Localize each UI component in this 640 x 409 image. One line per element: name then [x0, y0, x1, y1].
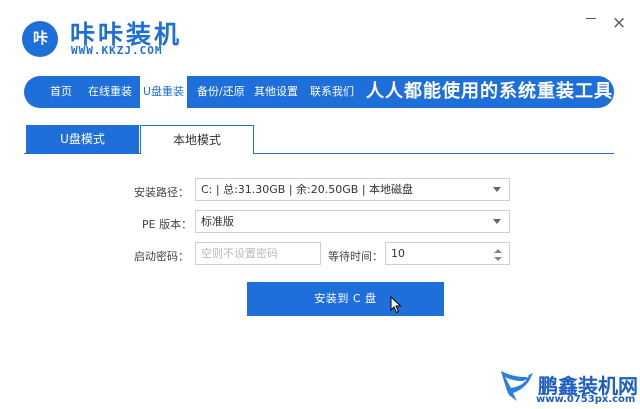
install-path-select[interactable]: C: | 总:31.30GB | 余:20.50GB | 本地磁盘 — [195, 178, 510, 201]
chevron-up-icon[interactable] — [494, 249, 502, 253]
nav-item-usb-reinstall[interactable]: U盘重装 — [140, 76, 188, 108]
boot-password-placeholder: 空则不设置密码 — [201, 247, 278, 260]
app-url: WWW.KKZJ.COM — [71, 44, 163, 57]
main-nav: 首页 在线重装 U盘重装 备份/还原 其他设置 联系我们 人人都能使用的系统重装… — [24, 76, 614, 108]
nav-item-other-settings[interactable]: 其他设置 — [254, 76, 298, 108]
watermark-url: www.0753px.com — [536, 394, 636, 405]
pe-version-select[interactable]: 标准版 — [195, 210, 510, 233]
nav-item-backup-restore[interactable]: 备份/还原 — [197, 76, 245, 108]
mouse-cursor-icon — [390, 296, 402, 314]
wait-time-label: 等待时间： — [328, 250, 383, 263]
boot-password-label: 启动密码： — [134, 250, 189, 263]
nav-item-online-reinstall[interactable]: 在线重装 — [88, 76, 132, 108]
minimize-icon[interactable] — [586, 18, 596, 19]
install-path-value: C: | 总:31.30GB | 余:20.50GB | 本地磁盘 — [201, 183, 414, 196]
nav-item-contact-us[interactable]: 联系我们 — [310, 76, 354, 108]
tab-usb-mode[interactable]: U盘模式 — [26, 125, 139, 154]
chevron-down-icon[interactable] — [494, 257, 502, 261]
wait-time-value: 10 — [391, 247, 405, 260]
pe-version-value: 标准版 — [201, 215, 234, 228]
wait-time-stepper[interactable]: 10 — [385, 242, 510, 265]
pe-version-label: PE 版本： — [142, 218, 193, 231]
nav-slogan: 人人都能使用的系统重装工具 — [366, 81, 613, 102]
install-to-c-button[interactable]: 安装到 C 盘 — [247, 282, 444, 316]
tab-local-mode[interactable]: 本地模式 — [140, 125, 254, 154]
boot-password-input[interactable]: 空则不设置密码 — [195, 242, 321, 265]
chevron-down-icon — [493, 219, 501, 224]
chevron-down-icon — [493, 187, 501, 192]
app-logo: 咔 — [22, 21, 58, 57]
nav-item-home[interactable]: 首页 — [50, 76, 72, 108]
install-path-label: 安装路径： — [134, 186, 189, 199]
close-icon[interactable]: × — [612, 15, 626, 32]
bird-logo-icon — [501, 371, 533, 401]
